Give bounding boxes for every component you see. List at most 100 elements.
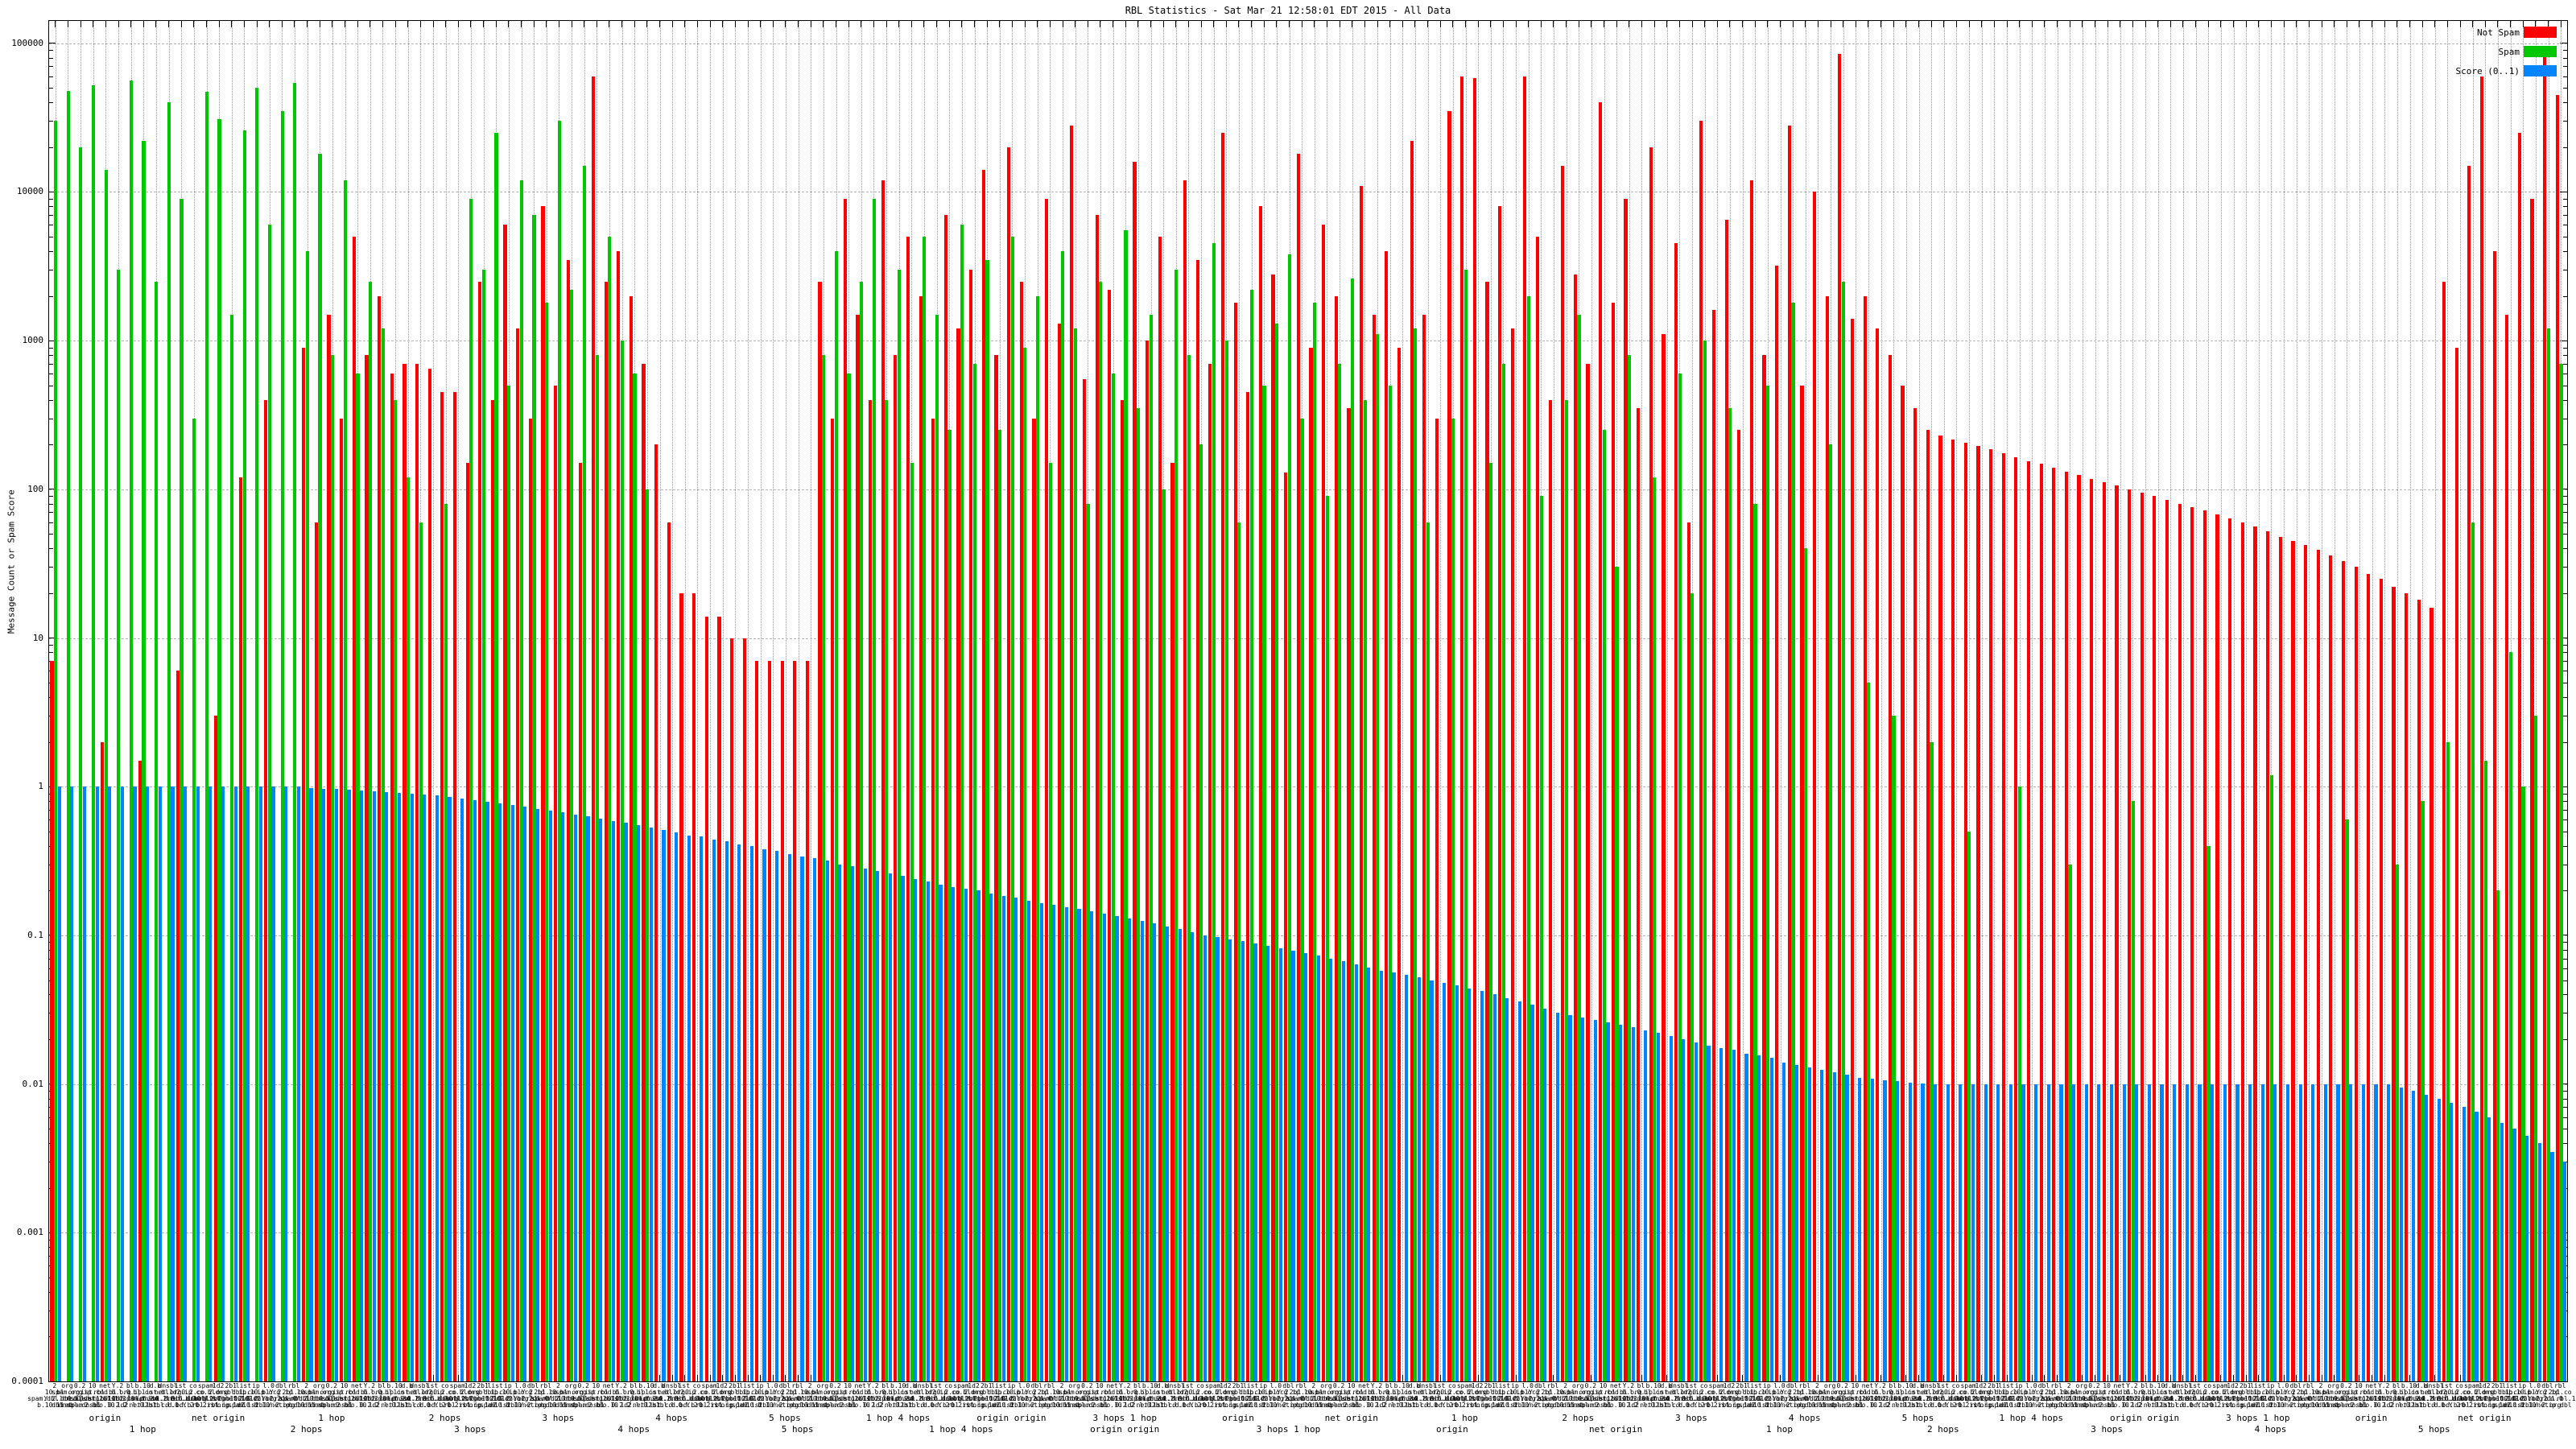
y-minor-tick-left — [49, 347, 53, 349]
bar-spam — [897, 269, 902, 1381]
x-category-sublabel: 1 hop 4 hops — [865, 1413, 931, 1423]
bar-spam — [1967, 831, 1971, 1381]
bar-not-spam — [755, 661, 759, 1381]
bar-score — [133, 786, 137, 1381]
y-minor-tick-right — [2563, 66, 2567, 68]
bar-score — [637, 825, 641, 1381]
bar-spam — [1350, 279, 1355, 1381]
bar-not-spam — [503, 225, 507, 1381]
x-tick-top — [1125, 21, 1126, 27]
bar-score — [120, 786, 124, 1381]
bar-not-spam — [2064, 471, 2068, 1381]
bar-spam — [1703, 341, 1707, 1381]
bar-spam — [79, 147, 83, 1381]
y-minor-tick-right — [2563, 980, 2567, 981]
bar-spam — [1174, 269, 1179, 1381]
x-tick-top — [1653, 21, 1655, 27]
bar-not-spam — [1787, 125, 1791, 1381]
y-minor-tick-left — [49, 399, 53, 401]
bar-score — [208, 786, 213, 1381]
x-tick-bottom — [2283, 1375, 2285, 1381]
bar-spam — [1867, 683, 1871, 1381]
x-gridline — [1981, 21, 1983, 1381]
gnuplot-chart: RBL Statistics - Sat Mar 21 12:58:01 EDT… — [0, 0, 2576, 1449]
x-tick-top — [798, 21, 799, 27]
x-category-sublabel: 1 hop 4 hops — [929, 1424, 993, 1435]
legend-swatch-not-spam-icon — [2524, 27, 2557, 38]
x-tick-bottom — [1477, 1375, 1479, 1381]
y-minor-tick-right — [2563, 399, 2567, 401]
bar-spam — [1300, 418, 1304, 1381]
bar-not-spam — [1284, 472, 1288, 1381]
bar-score — [989, 894, 993, 1381]
y-tick-label: 10000 — [16, 186, 43, 197]
bar-not-spam — [843, 198, 847, 1381]
bar-not-spam — [831, 418, 835, 1381]
bar-not-spam — [1775, 265, 1779, 1381]
bar-not-spam — [919, 295, 923, 1381]
y-minor-tick-right — [2563, 1107, 2567, 1108]
x-category-sublabel: 3 hops 1 hop — [2226, 1413, 2290, 1423]
bar-spam — [1501, 363, 1505, 1381]
bar-spam — [923, 237, 927, 1381]
bar-not-spam — [1611, 302, 1615, 1381]
x-tick-top — [936, 21, 938, 27]
bar-spam — [608, 237, 612, 1381]
x-gridline — [1666, 21, 1668, 1381]
y-minor-tick-right — [2563, 496, 2567, 497]
x-tick-top — [1414, 21, 1416, 27]
bar-spam — [998, 430, 1002, 1381]
bar-spam — [1829, 444, 1833, 1381]
x-tick-top — [2245, 21, 2247, 27]
bar-spam — [280, 110, 284, 1381]
bar-not-spam — [1686, 522, 1690, 1381]
bar-score — [196, 786, 200, 1381]
x-tick-bottom — [760, 1375, 762, 1381]
bar-spam — [1414, 328, 1418, 1381]
x-tick-top — [2283, 21, 2285, 27]
y-tick-label: 10 — [32, 632, 43, 643]
bar-score — [1757, 1055, 1761, 1381]
bar-not-spam — [314, 522, 319, 1381]
bar-score — [2084, 1084, 2088, 1381]
y-minor-tick-right — [2563, 295, 2567, 297]
x-tick-bottom — [1439, 1375, 1441, 1381]
bar-spam — [2508, 652, 2512, 1381]
bar-not-spam — [1032, 418, 1036, 1381]
y-gridline — [49, 786, 2567, 788]
bar-score — [1870, 1079, 1874, 1381]
bar-not-spam — [2291, 540, 2295, 1381]
bar-not-spam — [2354, 567, 2358, 1381]
bar-spam — [1199, 444, 1203, 1381]
bar-score — [1946, 1084, 1950, 1381]
y-minor-tick-left — [49, 444, 53, 446]
x-tick-bottom — [2082, 1375, 2083, 1381]
y-minor-tick-right — [2563, 697, 2567, 698]
bar-score — [1379, 970, 1383, 1381]
bar-not-spam — [1838, 53, 1842, 1381]
x-tick-top — [999, 21, 1001, 27]
y-minor-tick-right — [2563, 801, 2567, 803]
bar-not-spam — [1876, 328, 1880, 1381]
x-category-sublabel: 2 hops — [290, 1424, 323, 1435]
x-tick-top — [2107, 21, 2108, 27]
x-tick-bottom — [2220, 1375, 2222, 1381]
bar-spam — [1539, 496, 1543, 1381]
x-gridline — [748, 21, 749, 1381]
bar-not-spam — [352, 237, 356, 1381]
bar-spam — [91, 85, 96, 1381]
bar-spam — [117, 269, 121, 1381]
bar-spam — [255, 88, 259, 1381]
bar-spam — [1275, 324, 1279, 1381]
x-tick-top — [1314, 21, 1315, 27]
y-minor-tick-right — [2563, 968, 2567, 969]
bar-spam — [2546, 328, 2550, 1381]
bar-score — [1191, 931, 1195, 1381]
x-tick-top — [445, 21, 447, 27]
bar-not-spam — [1724, 219, 1728, 1381]
x-gridline — [2309, 21, 2310, 1381]
bar-not-spam — [2530, 198, 2534, 1381]
x-tick-bottom — [2233, 1375, 2235, 1381]
bar-not-spam — [2228, 518, 2232, 1381]
x-tick-bottom — [2169, 1375, 2171, 1381]
